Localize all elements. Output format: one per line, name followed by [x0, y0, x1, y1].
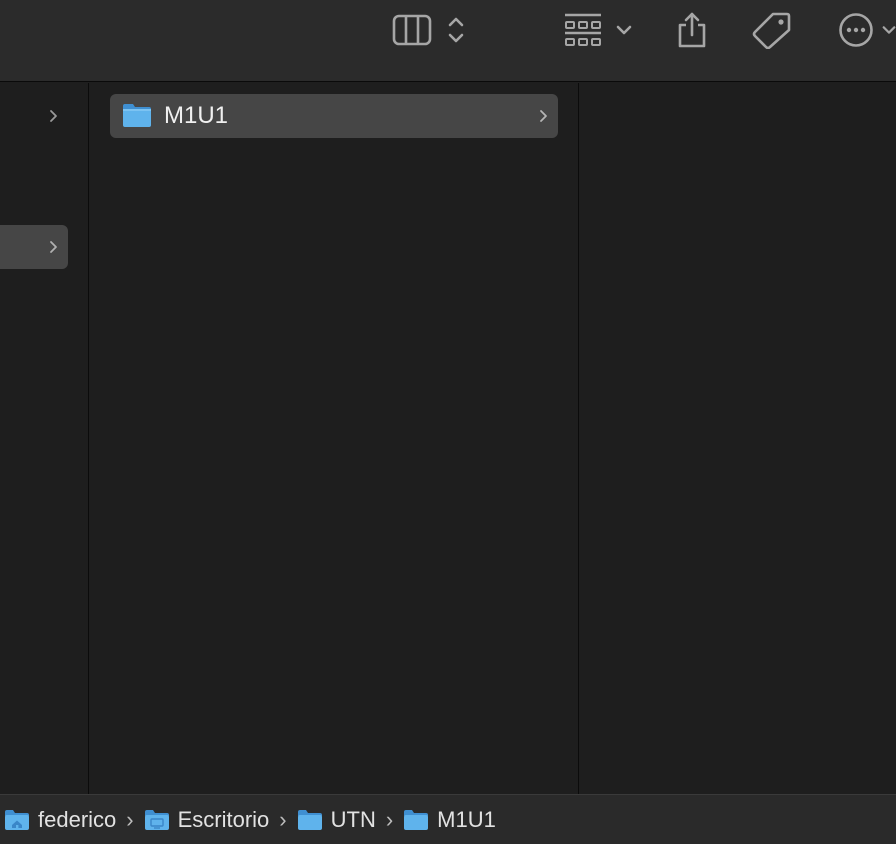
view-options-stepper[interactable]	[444, 8, 468, 52]
columns-view-button[interactable]	[390, 8, 434, 52]
tags-button[interactable]	[748, 8, 794, 52]
chevron-right-icon	[540, 110, 547, 122]
more-actions-menu[interactable]	[882, 8, 896, 52]
folder-name: M1U1	[164, 102, 229, 129]
share-button[interactable]	[672, 8, 712, 52]
crumb-label: Escritorio	[177, 806, 270, 832]
folder-icon	[297, 809, 322, 830]
desktop-folder-icon	[144, 809, 169, 830]
path-separator: ›	[279, 806, 287, 832]
list-item[interactable]	[0, 94, 68, 138]
path-separator: ›	[385, 806, 394, 832]
folder-icon	[123, 104, 151, 127]
chevron-right-icon	[50, 241, 57, 253]
path-crumb-m1u1[interactable]: M1U1	[403, 800, 496, 840]
columns-view-icon	[392, 14, 432, 46]
group-button[interactable]	[560, 8, 606, 52]
share-icon	[678, 12, 706, 48]
group-menu-button[interactable]	[612, 8, 636, 52]
home-folder-icon	[5, 809, 29, 830]
path-crumb-escritorio[interactable]: Escritorio	[144, 800, 270, 840]
chevron-down-icon	[616, 25, 632, 35]
path-separator: ›	[126, 806, 134, 832]
browser-column-1	[0, 83, 89, 794]
grid-group-icon	[565, 13, 601, 46]
path-crumb-utn[interactable]: UTN	[297, 800, 376, 840]
browser-column-2: M1U1	[90, 83, 579, 794]
more-actions-button[interactable]	[834, 8, 878, 52]
finder-window: M1U1 federico › Escritorio › UTN › M1U1	[0, 0, 896, 844]
crumb-label: federico	[38, 806, 117, 832]
folder-row-m1u1[interactable]: M1U1	[110, 94, 558, 138]
folder-icon	[404, 809, 429, 830]
chevron-down-icon	[882, 26, 896, 34]
chevron-right-icon	[50, 110, 57, 122]
up-down-chevron-icon	[448, 17, 464, 43]
path-bar: federico › Escritorio › UTN › M1U1	[0, 794, 896, 844]
list-item-selected[interactable]	[0, 225, 68, 269]
path-crumb-home[interactable]: federico	[4, 800, 116, 840]
crumb-label: UTN	[330, 806, 376, 832]
toolbar	[0, 0, 896, 82]
browser-column-3	[580, 83, 896, 794]
tag-icon	[752, 12, 791, 49]
ellipsis-circle-icon	[839, 13, 873, 47]
crumb-label: M1U1	[437, 806, 496, 832]
